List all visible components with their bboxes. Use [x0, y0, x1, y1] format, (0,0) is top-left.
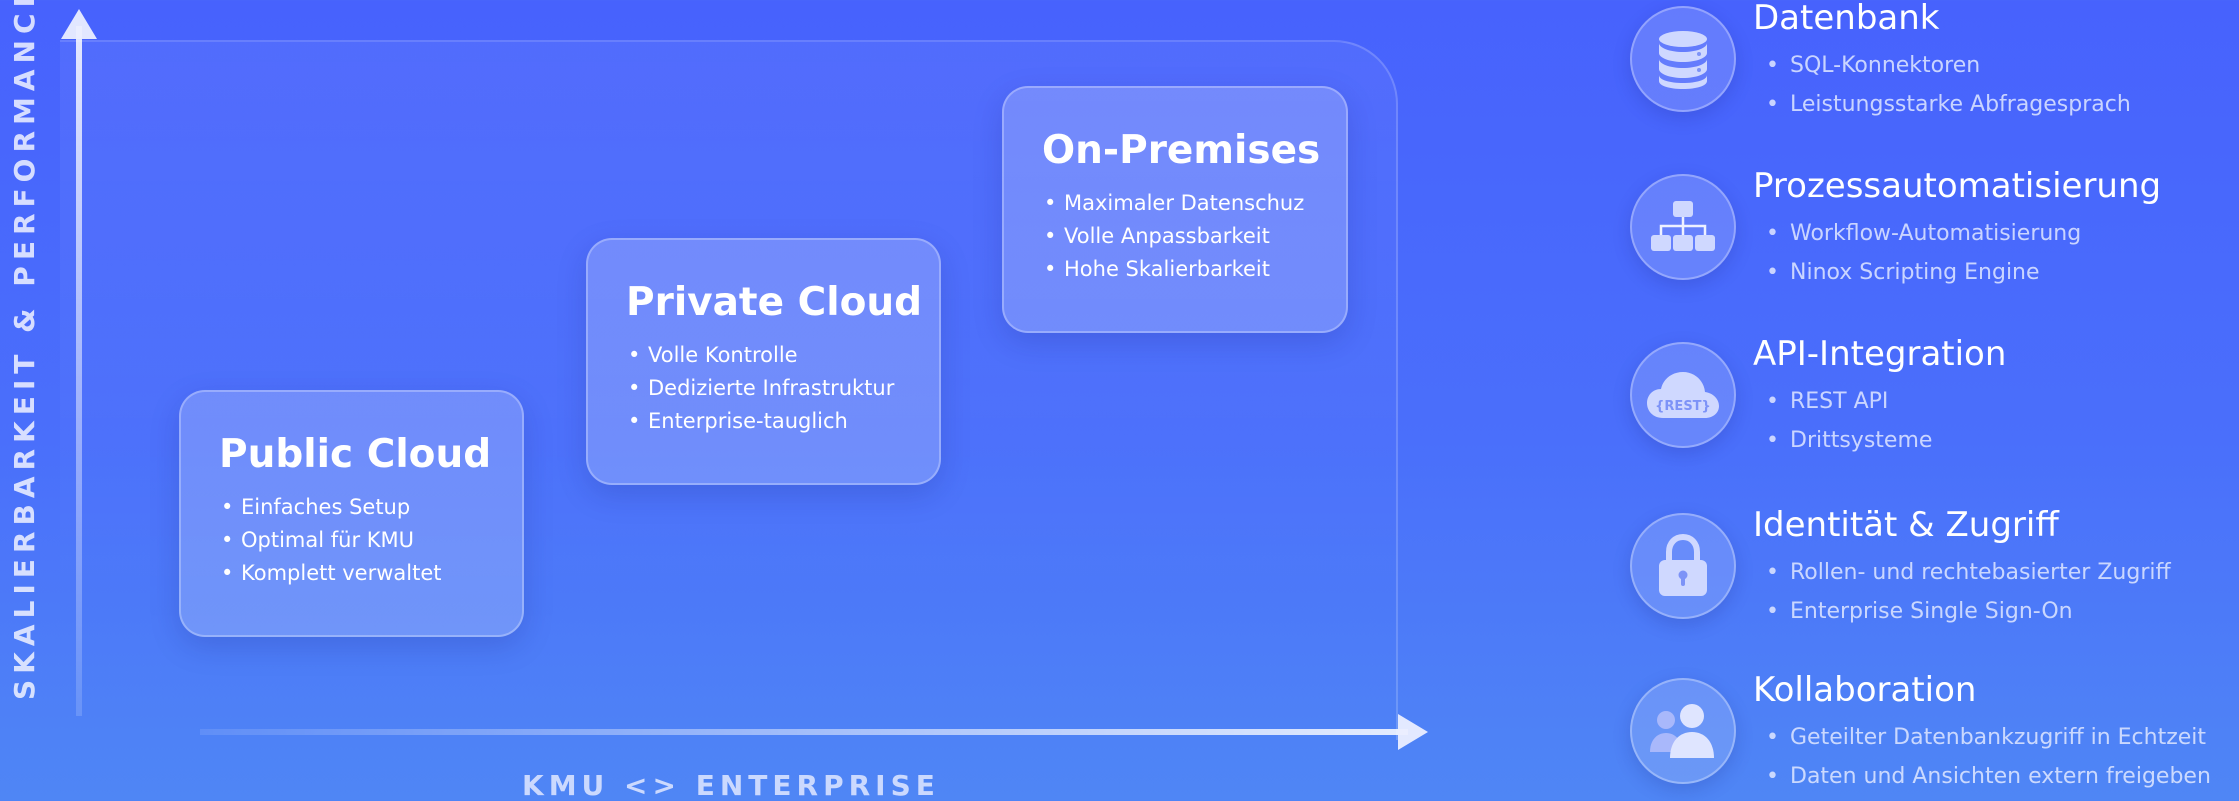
- tier-points: Einfaches Setup Optimal für KMU Komplett…: [219, 491, 498, 590]
- x-axis-label: KMU <> ENTERPRISE: [522, 769, 940, 801]
- feature-points: REST API Drittsysteme: [1766, 382, 1932, 460]
- rest-cloud-icon: {REST}: [1630, 342, 1736, 448]
- tier-point: Hohe Skalierbarkeit: [1042, 253, 1326, 286]
- feature-point: REST API: [1766, 382, 1932, 421]
- feature-point: Enterprise Single Sign-On: [1766, 592, 2171, 631]
- tier-points: Maximaler Datenschuz Volle Anpassbarkeit…: [1042, 187, 1326, 286]
- feature-point: Leistungsstarke Abfragesprach: [1766, 85, 2131, 124]
- feature-point: SQL-Konnektoren: [1766, 46, 2131, 85]
- database-icon: [1630, 6, 1736, 112]
- feature-title: Kollaboration: [1753, 670, 1977, 710]
- y-axis-label: SKALIERBARKEIT & PERFORMANCE: [8, 0, 41, 700]
- feature-datenbank: Datenbank SQL-Konnektoren Leistungsstark…: [1630, 0, 2230, 124]
- feature-point: Daten und Ansichten extern freigeben: [1766, 757, 2211, 796]
- tier-point: Maximaler Datenschuz: [1042, 187, 1326, 220]
- feature-title: Prozessautomatisierung: [1753, 166, 2162, 206]
- rest-icon-text: {REST}: [1655, 399, 1711, 414]
- x-axis-line: [200, 729, 1408, 735]
- tier-card-public-cloud: Public Cloud Einfaches Setup Optimal für…: [179, 390, 524, 637]
- feature-title: Identität & Zugriff: [1753, 505, 2059, 545]
- feature-api-integration: {REST} API-Integration REST API Drittsys…: [1630, 334, 2230, 460]
- tier-point: Enterprise-tauglich: [626, 405, 915, 438]
- feature-point: Rollen- und rechtebasierter Zugriff: [1766, 553, 2171, 592]
- x-axis-arrow-icon: [1398, 714, 1428, 750]
- feature-points: SQL-Konnektoren Leistungsstarke Abfrages…: [1766, 46, 2131, 124]
- tier-points: Volle Kontrolle Dedizierte Infrastruktur…: [626, 339, 915, 438]
- feature-kollaboration: Kollaboration Geteilter Datenbankzugriff…: [1630, 670, 2230, 796]
- feature-points: Geteilter Datenbankzugriff in Echtzeit D…: [1766, 718, 2211, 796]
- feature-prozessautomatisierung: Prozessautomatisierung Workflow-Automati…: [1630, 166, 2230, 292]
- tier-point: Einfaches Setup: [219, 491, 498, 524]
- users-icon: [1630, 678, 1736, 784]
- workflow-icon: [1630, 174, 1736, 280]
- feature-points: Rollen- und rechtebasierter Zugriff Ente…: [1766, 553, 2171, 631]
- tier-title: On-Premises: [1042, 128, 1321, 173]
- tier-point: Volle Kontrolle: [626, 339, 915, 372]
- lock-icon: [1630, 513, 1736, 619]
- tier-card-on-premises: On-Premises Maximaler Datenschuz Volle A…: [1002, 86, 1348, 333]
- feature-point: Ninox Scripting Engine: [1766, 253, 2081, 292]
- tier-point: Optimal für KMU: [219, 524, 498, 557]
- feature-title: Datenbank: [1753, 0, 1940, 38]
- feature-point: Workflow-Automatisierung: [1766, 214, 2081, 253]
- tier-point: Volle Anpassbarkeit: [1042, 220, 1326, 253]
- tier-title: Public Cloud: [219, 432, 492, 477]
- feature-point: Drittsysteme: [1766, 421, 1932, 460]
- tier-card-private-cloud: Private Cloud Volle Kontrolle Dedizierte…: [586, 238, 941, 485]
- y-axis-line: [76, 26, 82, 716]
- feature-point: Geteilter Datenbankzugriff in Echtzeit: [1766, 718, 2211, 757]
- tier-point: Komplett verwaltet: [219, 557, 498, 590]
- feature-title: API-Integration: [1753, 334, 2007, 374]
- feature-points: Workflow-Automatisierung Ninox Scripting…: [1766, 214, 2081, 292]
- feature-identitaet-zugriff: Identität & Zugriff Rollen- und rechteba…: [1630, 505, 2230, 631]
- tier-point: Dedizierte Infrastruktur: [626, 372, 915, 405]
- tier-title: Private Cloud: [626, 280, 923, 325]
- y-axis-arrow-icon: [61, 9, 97, 39]
